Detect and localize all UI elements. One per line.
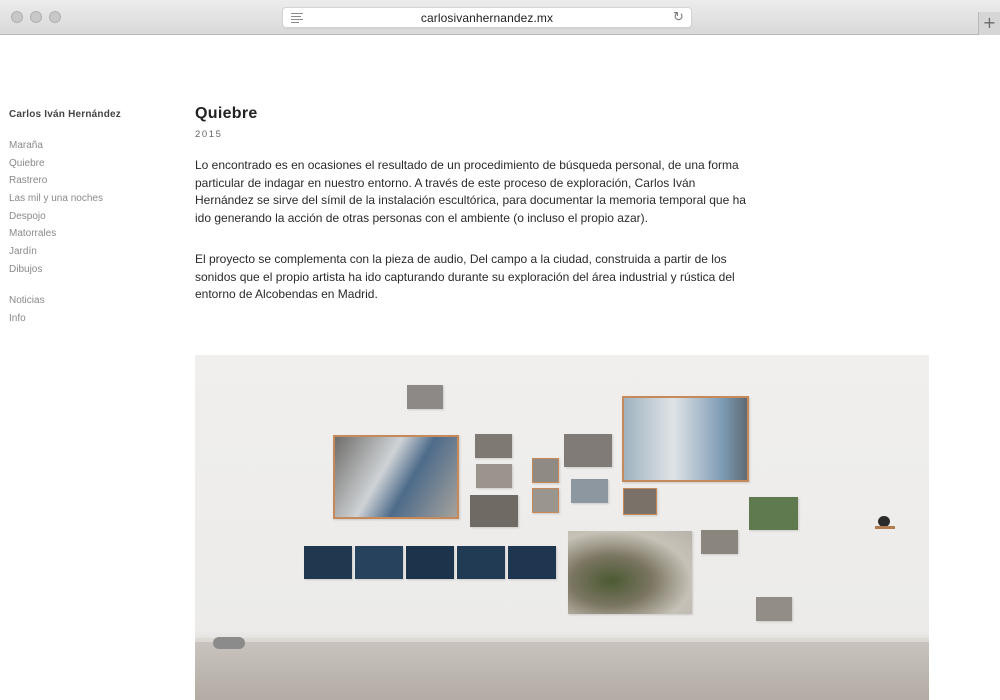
nav-item-dibujos[interactable]: Dibujos <box>9 263 103 281</box>
nav-item-quiebre[interactable]: Quiebre <box>9 157 103 175</box>
nav-item-matorrales[interactable]: Matorrales <box>9 227 103 245</box>
photo-print <box>508 546 556 579</box>
wall-shelf <box>875 526 895 529</box>
nav-item-rastrero[interactable]: Rastrero <box>9 174 103 192</box>
nav-item-marana[interactable]: Maraña <box>9 139 103 157</box>
site-title[interactable]: Carlos Iván Hernández <box>9 109 121 120</box>
photo-print <box>701 530 738 554</box>
photo-print <box>457 546 505 579</box>
address-bar[interactable]: carlosivanhernandez.mx ↻ <box>282 7 692 28</box>
window-controls <box>11 11 61 23</box>
description-paragraph: Lo encontrado es en ocasiones el resulta… <box>195 158 746 225</box>
floor-object <box>213 637 245 649</box>
photo-print <box>475 434 512 458</box>
photo-print <box>406 546 454 579</box>
photo-print <box>564 434 612 467</box>
nav-item-despojo[interactable]: Despojo <box>9 210 103 228</box>
photo-print <box>407 385 443 409</box>
framed-photo <box>333 435 459 519</box>
reload-icon[interactable]: ↻ <box>673 11 686 24</box>
new-tab-button[interactable]: + <box>978 12 1000 35</box>
photo-print <box>568 531 692 614</box>
project-year: 2015 <box>195 129 223 140</box>
photo-print <box>304 546 352 579</box>
framed-photo <box>622 396 749 482</box>
projects-nav: Maraña Quiebre Rastrero Las mil y una no… <box>9 139 103 281</box>
photo-print <box>749 497 798 530</box>
nav-item-jardin[interactable]: Jardín <box>9 245 103 263</box>
photo-print <box>571 479 608 503</box>
secondary-nav: Noticias Info <box>9 294 45 329</box>
url-text: carlosivanhernandez.mx <box>420 11 554 25</box>
description-paragraph: El proyecto se complementa con la pieza … <box>195 252 735 302</box>
framed-photo <box>532 458 559 483</box>
photo-print <box>756 597 792 621</box>
browser-toolbar: carlosivanhernandez.mx ↻ + <box>0 0 1000 35</box>
photo-print <box>355 546 403 579</box>
installation-photo <box>195 355 929 700</box>
nav-item-noticias[interactable]: Noticias <box>9 294 45 312</box>
framed-photo <box>623 488 657 515</box>
photo-print <box>470 495 518 527</box>
zoom-window-button[interactable] <box>49 11 61 23</box>
minimize-window-button[interactable] <box>30 11 42 23</box>
photo-print <box>476 464 512 488</box>
nav-item-las-mil-y-una-noches[interactable]: Las mil y una noches <box>9 192 103 210</box>
gallery-floor <box>195 642 929 700</box>
nav-item-info[interactable]: Info <box>9 312 45 330</box>
page-title: Quiebre <box>195 105 258 122</box>
framed-photo <box>532 488 559 513</box>
close-window-button[interactable] <box>11 11 23 23</box>
